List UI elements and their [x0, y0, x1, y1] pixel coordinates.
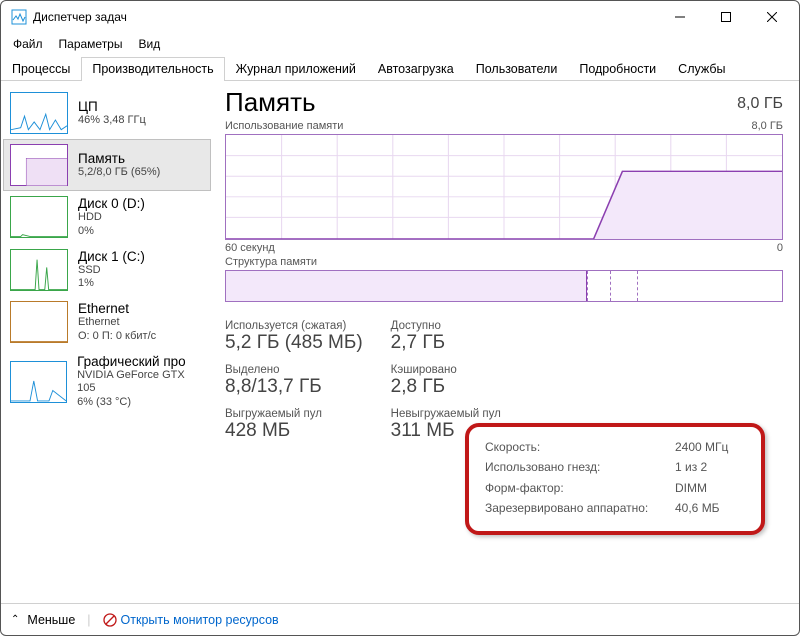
slots-v: 1 из 2 — [675, 457, 707, 477]
disk1-text: Диск 1 (C:) SSD 1% — [78, 249, 145, 292]
sidebar-item-disk0[interactable]: Диск 0 (D:) HDD 0% — [3, 191, 211, 244]
disk1-sub1: SSD — [78, 264, 145, 278]
slots-k: Использовано гнезд: — [485, 457, 675, 477]
gpu-thumb — [10, 361, 67, 403]
avail-label: Доступно — [391, 320, 501, 332]
sidebar: ЦП 46% 3,48 ГГц Память 5,2/8,0 ГБ (65%) — [1, 81, 213, 603]
sidebar-item-cpu[interactable]: ЦП 46% 3,48 ГГц — [3, 87, 211, 139]
used-value: 5,2 ГБ (485 МБ) — [225, 332, 363, 354]
memory-title: Память — [78, 151, 160, 166]
minimize-button[interactable] — [657, 1, 703, 33]
memory-composition[interactable] — [225, 270, 783, 302]
maximize-button[interactable] — [703, 1, 749, 33]
form-v: DIMM — [675, 478, 707, 498]
memory-text: Память 5,2/8,0 ГБ (65%) — [78, 151, 160, 180]
total-memory: 8,0 ГБ — [737, 95, 783, 113]
cached-label: Кэшировано — [391, 364, 501, 376]
nonpaged-label: Невыгружаемый пул — [391, 408, 501, 420]
disk0-text: Диск 0 (D:) HDD 0% — [78, 196, 145, 239]
tab-details[interactable]: Подробности — [568, 57, 667, 81]
eth-sub1: Ethernet — [78, 316, 156, 330]
eth-sub2: О: 0 П: 0 кбит/с — [78, 330, 156, 344]
resmon-icon — [103, 613, 117, 627]
usage-label: Использование памяти — [225, 120, 343, 132]
commit-value: 8,8/13,7 ГБ — [225, 376, 363, 398]
disk1-thumb — [10, 249, 68, 291]
struct-header: Структура памяти — [225, 256, 783, 268]
sidebar-item-gpu[interactable]: Графический про NVIDIA GeForce GTX 105 6… — [3, 349, 211, 415]
speed-k: Скорость: — [485, 437, 675, 457]
cpu-title: ЦП — [78, 99, 146, 114]
cpu-thumb — [10, 92, 68, 134]
commit-label: Выделено — [225, 364, 363, 376]
paged-value: 428 МБ — [225, 420, 363, 442]
disk0-title: Диск 0 (D:) — [78, 196, 145, 211]
open-resmon-link[interactable]: Открыть монитор ресурсов — [103, 613, 279, 627]
eth-title: Ethernet — [78, 301, 156, 316]
menubar: Файл Параметры Вид — [1, 33, 799, 55]
form-k: Форм-фактор: — [485, 478, 675, 498]
gpu-sub1: NVIDIA GeForce GTX 105 — [77, 369, 204, 397]
gpu-text: Графический про NVIDIA GeForce GTX 105 6… — [77, 354, 204, 410]
menu-options[interactable]: Параметры — [51, 35, 131, 53]
menu-view[interactable]: Вид — [130, 35, 168, 53]
tab-processes[interactable]: Процессы — [1, 57, 81, 81]
tabs: Процессы Производительность Журнал прило… — [1, 55, 799, 81]
gpu-title: Графический про — [77, 354, 204, 369]
usage-max: 8,0 ГБ — [751, 120, 783, 132]
window-controls — [657, 1, 795, 33]
sidebar-item-ethernet[interactable]: Ethernet Ethernet О: 0 П: 0 кбит/с — [3, 296, 211, 349]
main-panel: Память 8,0 ГБ Использование памяти 8,0 Г… — [213, 81, 799, 603]
disk1-sub2: 1% — [78, 277, 145, 291]
hw-k: Зарезервировано аппаратно: — [485, 498, 675, 518]
sidebar-item-disk1[interactable]: Диск 1 (C:) SSD 1% — [3, 244, 211, 297]
footer: ⌃ Меньше | Открыть монитор ресурсов — [1, 603, 799, 635]
tab-services[interactable]: Службы — [667, 57, 736, 81]
collapse-icon[interactable]: ⌃ — [11, 614, 19, 625]
memory-sub: 5,2/8,0 ГБ (65%) — [78, 166, 160, 180]
menu-file[interactable]: Файл — [5, 35, 51, 53]
hw-v: 40,6 МБ — [675, 498, 720, 518]
paged-label: Выгружаемый пул — [225, 408, 363, 420]
memory-usage-graph[interactable] — [225, 134, 783, 240]
titlebar[interactable]: Диспетчер задач — [1, 1, 799, 33]
sidebar-item-memory[interactable]: Память 5,2/8,0 ГБ (65%) — [3, 139, 211, 191]
tab-apphistory[interactable]: Журнал приложений — [225, 57, 367, 81]
page-title: Память — [225, 87, 316, 118]
disk0-thumb — [10, 196, 68, 238]
gpu-sub2: 6% (33 °C) — [77, 396, 204, 410]
usage-graph-axis: 60 секунд 0 — [225, 242, 783, 254]
tab-performance[interactable]: Производительность — [81, 57, 224, 81]
x-right: 0 — [777, 242, 783, 254]
memory-info-highlight: Скорость:2400 МГц Использовано гнезд:1 и… — [465, 423, 765, 535]
window-title: Диспетчер задач — [33, 10, 657, 24]
app-icon — [11, 9, 27, 25]
fewer-details-button[interactable]: Меньше — [27, 613, 75, 627]
cpu-sub: 46% 3,48 ГГц — [78, 114, 146, 128]
disk0-sub1: HDD — [78, 211, 145, 225]
disk1-title: Диск 1 (C:) — [78, 249, 145, 264]
struct-label: Структура памяти — [225, 256, 317, 268]
cpu-text: ЦП 46% 3,48 ГГц — [78, 99, 146, 128]
content: ЦП 46% 3,48 ГГц Память 5,2/8,0 ГБ (65%) — [1, 81, 799, 603]
memory-thumb — [10, 144, 68, 186]
footer-separator: | — [87, 613, 90, 627]
disk0-sub2: 0% — [78, 225, 145, 239]
used-label: Используется (сжатая) — [225, 320, 363, 332]
tab-users[interactable]: Пользователи — [465, 57, 569, 81]
task-manager-window: Диспетчер задач Файл Параметры Вид Проце… — [0, 0, 800, 636]
avail-value: 2,7 ГБ — [391, 332, 501, 354]
tab-startup[interactable]: Автозагрузка — [367, 57, 465, 81]
resmon-label: Открыть монитор ресурсов — [121, 613, 279, 627]
eth-thumb — [10, 301, 68, 343]
close-button[interactable] — [749, 1, 795, 33]
cached-value: 2,8 ГБ — [391, 376, 501, 398]
eth-text: Ethernet Ethernet О: 0 П: 0 кбит/с — [78, 301, 156, 344]
stats-col-1: Используется (сжатая) 5,2 ГБ (485 МБ) Вы… — [225, 320, 363, 442]
x-left: 60 секунд — [225, 242, 275, 254]
speed-v: 2400 МГц — [675, 437, 728, 457]
usage-graph-header: Использование памяти 8,0 ГБ — [225, 120, 783, 132]
